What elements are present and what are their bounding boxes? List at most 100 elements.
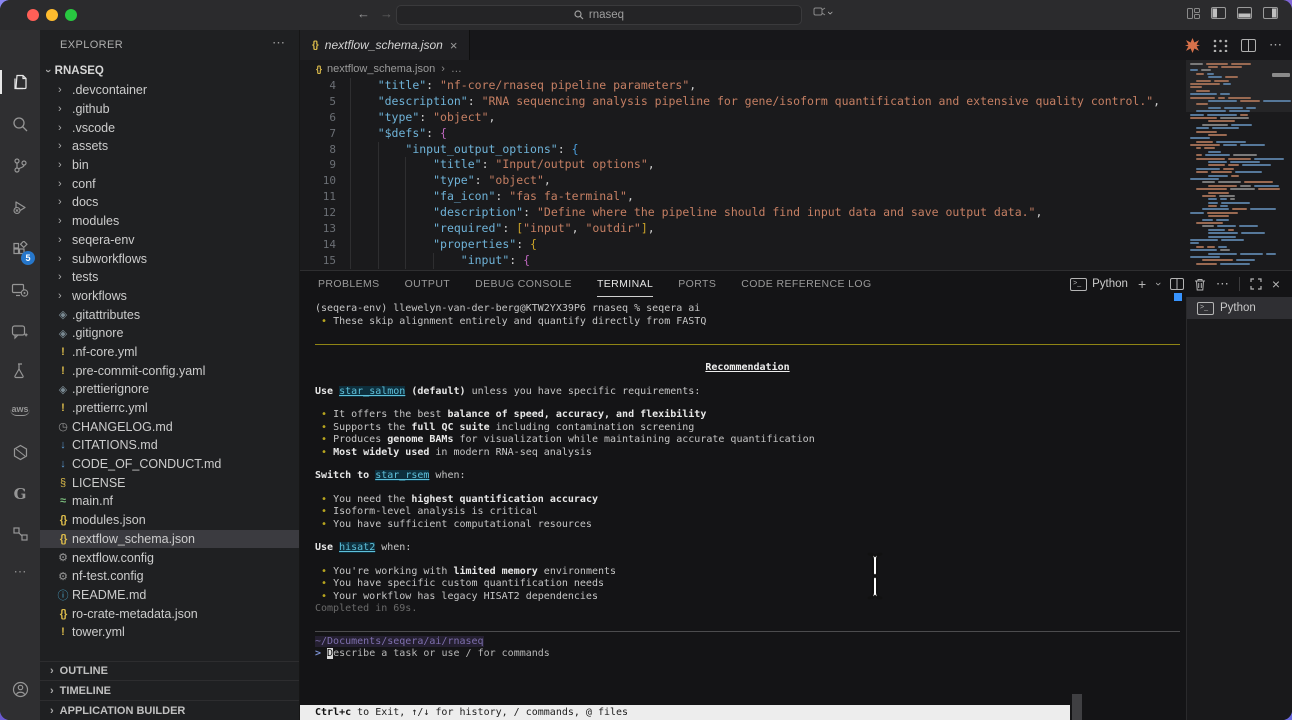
breadcrumb-more[interactable]: … [451, 63, 462, 75]
file-item[interactable]: !tower.yml [40, 623, 299, 642]
panel-tab-code-reference-log[interactable]: CODE REFERENCE LOG [741, 271, 871, 297]
close-panel-icon[interactable]: × [1272, 276, 1280, 292]
command-center-search[interactable]: rnaseq [396, 5, 802, 25]
file-item[interactable]: !.pre-commit-config.yaml [40, 361, 299, 380]
panel-tab-problems[interactable]: PROBLEMS [318, 271, 380, 297]
chat-view-icon[interactable] [0, 318, 40, 346]
terminal-scrollbar-thumb[interactable] [1072, 694, 1082, 720]
file-item[interactable]: ◈.gitignore [40, 324, 299, 343]
folder-item[interactable]: ›subworkflows [40, 249, 299, 268]
toggle-primary-sidebar-icon[interactable] [1211, 7, 1226, 19]
explorer-icon[interactable] [0, 68, 40, 96]
more-views-icon[interactable]: ⋯ [0, 558, 40, 586]
search-view-icon[interactable] [0, 110, 40, 138]
folder-item[interactable]: ›.devcontainer [40, 81, 299, 100]
folder-item[interactable]: ›seqera-env [40, 231, 299, 250]
section-label: TIMELINE [60, 685, 111, 697]
clock-file-icon: ◷ [56, 420, 70, 433]
customize-layout-icon[interactable] [1187, 8, 1200, 19]
file-item[interactable]: !.prettierrc.yml [40, 399, 299, 418]
folder-item[interactable]: ›.github [40, 100, 299, 119]
file-item[interactable]: {}nextflow_schema.json [40, 530, 299, 549]
file-item[interactable]: ⚙nextflow.config [40, 548, 299, 567]
aws-icon[interactable]: aws [0, 396, 40, 424]
split-terminal-icon[interactable] [1170, 278, 1184, 290]
folder-item[interactable]: ›docs [40, 193, 299, 212]
line-number: 9 [300, 157, 336, 173]
split-editor-icon[interactable] [1241, 39, 1256, 52]
folder-item[interactable]: ›assets [40, 137, 299, 156]
terminal-shell-selector[interactable]: >_ Python [1070, 278, 1128, 291]
gitlens-icon[interactable]: G [0, 480, 40, 508]
indent-guide [405, 173, 406, 189]
indent-guide [350, 173, 351, 189]
file-item[interactable]: ◈.gitattributes [40, 305, 299, 324]
toggle-panel-icon[interactable] [1237, 7, 1252, 19]
folder-item[interactable]: ›conf [40, 174, 299, 193]
remote-explorer-icon[interactable] [0, 276, 40, 304]
dotted-grid-icon[interactable] [1213, 39, 1228, 52]
folder-item[interactable]: ›.vscode [40, 118, 299, 137]
terminal-dropdown-icon[interactable]: › [1152, 282, 1164, 286]
folder-item[interactable]: ›modules [40, 212, 299, 231]
file-item[interactable]: !.nf-core.yml [40, 343, 299, 362]
testing-icon[interactable] [0, 356, 40, 384]
terminal-output[interactable]: (seqera-env) llewelyn-van-der-berg@KTW2Y… [300, 297, 1186, 720]
terminal-line: Use star_salmon (default) unless you hav… [315, 386, 1186, 399]
panel-tab-output[interactable]: OUTPUT [405, 271, 451, 297]
terminal-list-item[interactable]: >_ Python [1187, 297, 1292, 319]
root-folder-row[interactable]: › RNASEQ [40, 61, 299, 80]
run-extension-icon[interactable] [1185, 38, 1200, 53]
minimize-window-button[interactable] [46, 9, 58, 21]
zoom-window-button[interactable] [65, 9, 77, 21]
panel-tab-debug-console[interactable]: DEBUG CONSOLE [475, 271, 572, 297]
kill-terminal-icon[interactable] [1194, 278, 1206, 291]
linked-squares-icon[interactable] [0, 520, 40, 548]
file-item[interactable]: ↓CODE_OF_CONDUCT.md [40, 455, 299, 474]
file-item[interactable]: ⚙nf-test.config [40, 567, 299, 586]
breadcrumb-file[interactable]: nextflow_schema.json [327, 63, 435, 75]
maximize-panel-icon[interactable] [1250, 278, 1262, 290]
section-timeline[interactable]: ›TIMELINE [40, 680, 299, 700]
breadcrumb[interactable]: {} nextflow_schema.json › … [300, 60, 1186, 78]
folder-item[interactable]: ›workflows [40, 287, 299, 306]
file-item[interactable]: {}modules.json [40, 511, 299, 530]
folder-item[interactable]: ›bin [40, 156, 299, 175]
explorer-more-actions-icon[interactable]: ⋯ [272, 35, 285, 51]
section-application-builder[interactable]: ›APPLICATION BUILDER [40, 700, 299, 720]
editor-tab[interactable]: {} nextflow_schema.json × [300, 30, 470, 60]
minimap[interactable] [1186, 60, 1292, 270]
hexagon-extension-icon[interactable] [0, 438, 40, 466]
chevron-right-icon: › [58, 196, 70, 208]
file-item[interactable]: {}ro-crate-metadata.json [40, 604, 299, 623]
editor-scrollbar-thumb[interactable] [1272, 73, 1290, 77]
close-tab-icon[interactable]: × [450, 38, 458, 53]
file-item[interactable]: ↓CITATIONS.md [40, 436, 299, 455]
source-control-icon[interactable] [0, 151, 40, 179]
panel-tab-terminal[interactable]: TERMINAL [597, 271, 653, 297]
editor-more-actions-icon[interactable]: ⋯ [1269, 37, 1282, 53]
panel-more-actions-icon[interactable]: ⋯ [1216, 276, 1229, 292]
file-item[interactable]: ◈.prettierignore [40, 380, 299, 399]
close-window-button[interactable] [27, 9, 39, 21]
file-item[interactable]: §LICENSE [40, 473, 299, 492]
indent-guide [405, 157, 406, 173]
open-remote-window-button[interactable]: › [813, 6, 832, 19]
nav-back-icon[interactable]: ← [357, 6, 370, 21]
code-editor[interactable]: 4 "title": "nf-core/rnaseq pipeline para… [300, 78, 1186, 270]
terminal-line: • It offers the best balance of speed, a… [315, 409, 1186, 422]
new-terminal-button[interactable]: + [1138, 276, 1146, 292]
file-item[interactable]: ◷CHANGELOG.md [40, 417, 299, 436]
file-item[interactable]: ⓘREADME.md [40, 586, 299, 605]
section-outline[interactable]: ›OUTLINE [40, 661, 299, 681]
run-debug-icon[interactable] [0, 193, 40, 221]
folder-item[interactable]: ›tests [40, 268, 299, 287]
toggle-secondary-sidebar-icon[interactable] [1263, 7, 1278, 19]
accounts-icon[interactable] [0, 675, 40, 703]
panel-tab-ports[interactable]: PORTS [678, 271, 716, 297]
terminal-icon: >_ [1070, 278, 1087, 291]
code-line: 10 "type": "object", [300, 173, 1186, 189]
item-label: assets [72, 139, 108, 153]
nav-forward-icon[interactable]: → [380, 6, 393, 21]
file-item[interactable]: ≈main.nf [40, 492, 299, 511]
